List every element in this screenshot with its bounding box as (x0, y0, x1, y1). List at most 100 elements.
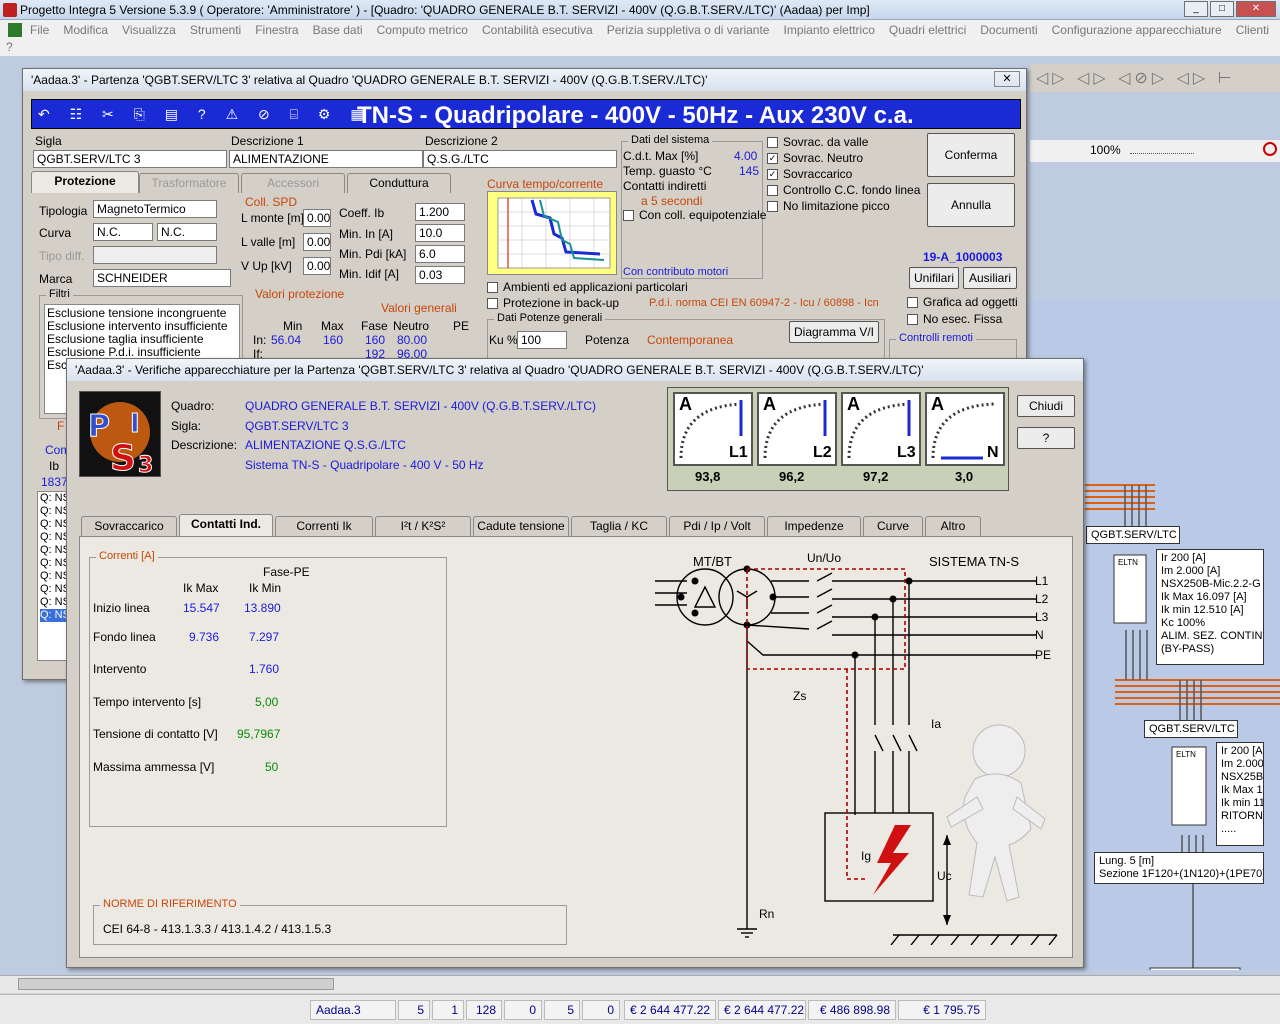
marca-select[interactable]: SCHNEIDER (93, 269, 231, 287)
menu-modifica[interactable]: Modifica (63, 23, 108, 37)
curva-select-1[interactable]: N.C. (93, 223, 153, 241)
check-icon[interactable] (767, 137, 778, 149)
tab-sovraccarico[interactable]: Sovraccarico (81, 516, 177, 536)
v-up-field[interactable]: 0.00 (303, 257, 331, 275)
menu-documenti[interactable]: Documenti (980, 23, 1037, 37)
close-button[interactable]: ✕ (1236, 1, 1276, 17)
check-icon[interactable] (767, 201, 778, 213)
annulla-button[interactable]: Annulla (927, 183, 1015, 227)
menu-quadri[interactable]: Quadri elettrici (889, 23, 966, 37)
coeff-ib-field[interactable]: 1.200 (415, 203, 465, 221)
check-icon[interactable] (907, 314, 918, 326)
tipo-diff-select[interactable] (93, 246, 217, 264)
desc1-field[interactable]: ALIMENTAZIONE (229, 150, 423, 168)
quadro-label: Quadro: (171, 399, 215, 413)
check-sovrac-valle[interactable]: Sovrac. da valle (767, 135, 868, 149)
menu-impianto[interactable]: Impianto elettrico (783, 23, 874, 37)
partenza-close-button[interactable]: ✕ (994, 71, 1020, 87)
unifilari-button[interactable]: Unifilari (909, 267, 959, 289)
a5sec-label: a 5 secondi (641, 194, 703, 208)
ku-field[interactable]: 100 (517, 331, 567, 349)
horizontal-scrollbar[interactable] (0, 975, 1280, 993)
ambienti-checkbox[interactable]: Ambienti ed applicazioni particolari (487, 280, 688, 294)
l-valle-field[interactable]: 0.00 (303, 233, 331, 251)
ik-max-header: Ik Max (183, 581, 219, 595)
check-icon[interactable] (487, 298, 498, 310)
check-icon[interactable]: ✓ (767, 169, 778, 181)
menu-base-dati[interactable]: Base dati (313, 23, 363, 37)
menu-file[interactable]: File (30, 23, 49, 37)
minimize-button[interactable]: _ (1184, 1, 1208, 17)
curva-tempo-chart[interactable] (487, 191, 617, 275)
row-ik-min: 5,00 (255, 695, 279, 709)
tab-curve[interactable]: Curve (863, 516, 923, 536)
tab-correnti-ik[interactable]: Correnti Ik (275, 516, 373, 536)
help-button[interactable]: ? (1017, 427, 1075, 449)
check-icon[interactable] (907, 297, 918, 309)
menu-computo-metrico[interactable]: Computo metrico (377, 23, 468, 37)
check-icon[interactable] (487, 282, 498, 294)
backup-checkbox[interactable]: Protezione in back-up (487, 296, 619, 310)
valori-protezione-label: Valori protezione (255, 287, 345, 301)
norme-legend: NORME DI RIFERIMENTO (100, 898, 240, 910)
check-sovrac-neutro[interactable]: ✓ Sovrac. Neutro (767, 151, 863, 165)
tab-conduttura[interactable]: Conduttura (347, 173, 451, 193)
feeder-box-ltc5-title[interactable]: QGBT.SERV/LTC 5 (1086, 526, 1180, 544)
menu-app-icon[interactable] (8, 23, 22, 37)
tipologia-select[interactable]: MagnetoTermico (93, 200, 217, 218)
check-icon[interactable]: ✓ (767, 153, 778, 165)
maximize-button[interactable]: □ (1210, 1, 1234, 17)
con-coll-checkbox[interactable]: Con coll. equipotenziale (623, 208, 766, 222)
curva-select-2[interactable]: N.C. (157, 223, 217, 241)
status-field: 5 (544, 1000, 580, 1020)
menu-finestra[interactable]: Finestra (255, 23, 298, 37)
scrollbar-thumb[interactable] (18, 978, 334, 990)
grafica-checkbox[interactable]: Grafica ad oggetti (907, 295, 1018, 309)
cable-box[interactable]: Lung. 5 [m] Sezione 1F120+(1N120)+(1PE70… (1094, 852, 1264, 884)
menu-configurazione[interactable]: Configurazione apparecchiature (1052, 23, 1222, 37)
chiudi-button[interactable]: Chiudi (1017, 395, 1075, 417)
feeder-box-ltc6-title[interactable]: QGBT.SERV/LTC 6 (1144, 720, 1238, 738)
min-in-field[interactable]: 10.0 (415, 224, 465, 242)
con-coll-check-icon[interactable] (623, 210, 634, 222)
check-controllo-cc[interactable]: Controllo C.C. fondo linea (767, 183, 920, 197)
tab-altro[interactable]: Altro (925, 516, 981, 536)
feeder-box-ltc5-line: Ik min 12.510 [A] (1161, 604, 1244, 616)
sigla-field[interactable]: QGBT.SERV/LTC 3 (33, 150, 227, 168)
warning-icon[interactable] (1263, 142, 1277, 156)
feeder-box-ltc5[interactable]: Ir 200 [A] Im 2.000 [A] NSX250B-Mic.2.2-… (1156, 549, 1264, 665)
ausiliari-button[interactable]: Ausiliari (963, 267, 1017, 289)
tab-taglia-kc[interactable]: Taglia / KC (571, 516, 667, 536)
check-icon[interactable] (767, 185, 778, 197)
check-no-limitazione[interactable]: No limitazione picco (767, 199, 890, 213)
tab-i2t[interactable]: I²t / K²S² (375, 516, 471, 536)
desc2-field[interactable]: Q.S.G./LTC (423, 150, 617, 168)
tab-protezione[interactable]: Protezione (31, 171, 139, 193)
hdr-max: Max (321, 319, 344, 333)
min-idif-field[interactable]: 0.03 (415, 266, 465, 284)
tab-impedenze[interactable]: Impedenze (767, 516, 861, 536)
zoom-slider[interactable] (1130, 146, 1194, 154)
svg-text:3: 3 (138, 453, 153, 477)
zoom-level[interactable]: 100% (1090, 143, 1121, 157)
tab-accessori[interactable]: Accessori (241, 173, 345, 193)
min-pdi-field[interactable]: 6.0 (415, 245, 465, 263)
check-sovraccarico[interactable]: ✓ Sovraccarico (767, 167, 852, 181)
menu-visualizza[interactable]: Visualizza (122, 23, 176, 37)
no-esec-checkbox[interactable]: No esec. Fissa (907, 312, 1002, 326)
menu-contabilita[interactable]: Contabilità esecutiva (482, 23, 593, 37)
menu-clienti[interactable]: Clienti (1236, 23, 1269, 37)
v-up-label: V Up [kV] (241, 259, 292, 273)
tab-pdi[interactable]: Pdi / Ip / Volt (669, 516, 765, 536)
feeder-box-ltc6-line: Ik min 11. (1221, 797, 1264, 809)
l-monte-field[interactable]: 0.00 (303, 209, 331, 227)
diagramma-button[interactable]: Diagramma V/I (789, 321, 879, 343)
feeder-box-ltc6[interactable]: Ir 200 [A] Im 2.000 NSX25B Ik Max 16 Ik … (1216, 742, 1264, 846)
conferma-button[interactable]: Conferma (927, 133, 1015, 177)
tab-cadute-tensione[interactable]: Cadute tensione (473, 516, 569, 536)
menu-strumenti[interactable]: Strumenti (190, 23, 241, 37)
tab-contatti-ind[interactable]: Contatti Ind. (179, 514, 273, 536)
menu-perizia[interactable]: Perizia suppletiva o di variante (607, 23, 770, 37)
partenza-window-title-text: 'Aadaa.3' - Partenza 'QGBT.SERV/LTC 3' r… (31, 73, 708, 87)
tab-trasformatore[interactable]: Trasformatore (139, 173, 239, 193)
